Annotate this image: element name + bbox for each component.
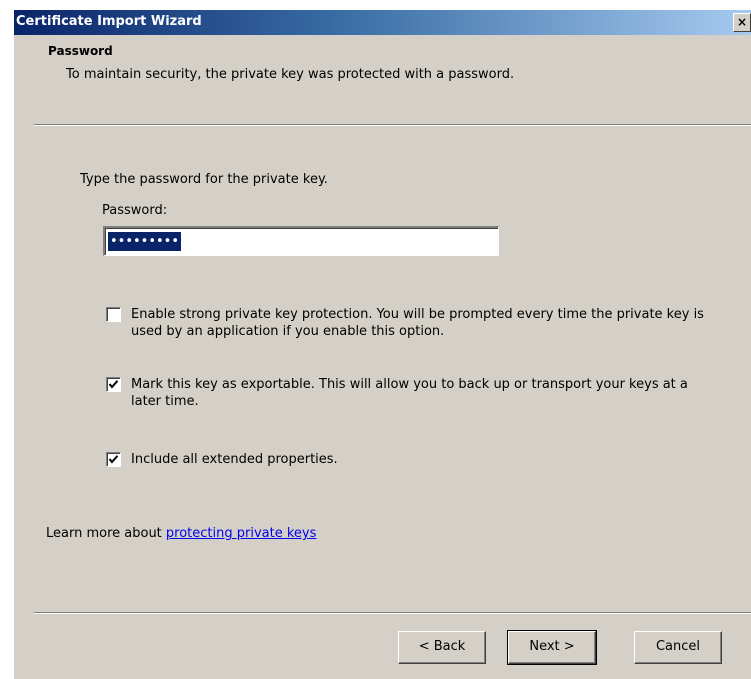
back-button[interactable]: < Back — [398, 631, 486, 664]
window-title: Certificate Import Wizard — [16, 14, 202, 29]
extended-properties-checkbox[interactable] — [106, 452, 121, 467]
checkmark-icon — [108, 380, 119, 389]
extended-properties-label[interactable]: Include all extended properties. — [131, 451, 711, 468]
password-field[interactable]: ••••••••• — [103, 226, 499, 256]
strong-protection-label[interactable]: Enable strong private key protection. Yo… — [131, 306, 711, 340]
learn-more-text: Learn more about protecting private keys — [46, 526, 316, 541]
exportable-label[interactable]: Mark this key as exportable. This will a… — [131, 376, 711, 410]
title-bar[interactable]: Certificate Import Wizard × — [14, 10, 751, 35]
exportable-checkbox[interactable] — [106, 377, 121, 392]
footer-divider — [34, 612, 751, 614]
next-button[interactable]: Next > — [507, 630, 597, 665]
cancel-button[interactable]: Cancel — [634, 631, 722, 664]
header-divider — [34, 124, 751, 126]
checkmark-icon — [108, 455, 119, 464]
certificate-import-wizard-window: Certificate Import Wizard × Password To … — [14, 10, 751, 679]
close-icon: × — [736, 15, 748, 29]
page-subtitle: To maintain security, the private key wa… — [66, 67, 515, 82]
password-prompt: Type the password for the private key. — [80, 172, 328, 187]
password-label: Password: — [102, 203, 168, 218]
next-button-label: Next > — [529, 639, 575, 654]
protecting-private-keys-link[interactable]: protecting private keys — [166, 526, 316, 541]
page-title: Password — [48, 44, 113, 58]
close-button[interactable]: × — [733, 13, 751, 32]
password-value: ••••••••• — [108, 232, 182, 251]
strong-protection-checkbox[interactable] — [106, 307, 121, 322]
learn-more-prefix: Learn more about — [46, 526, 166, 541]
